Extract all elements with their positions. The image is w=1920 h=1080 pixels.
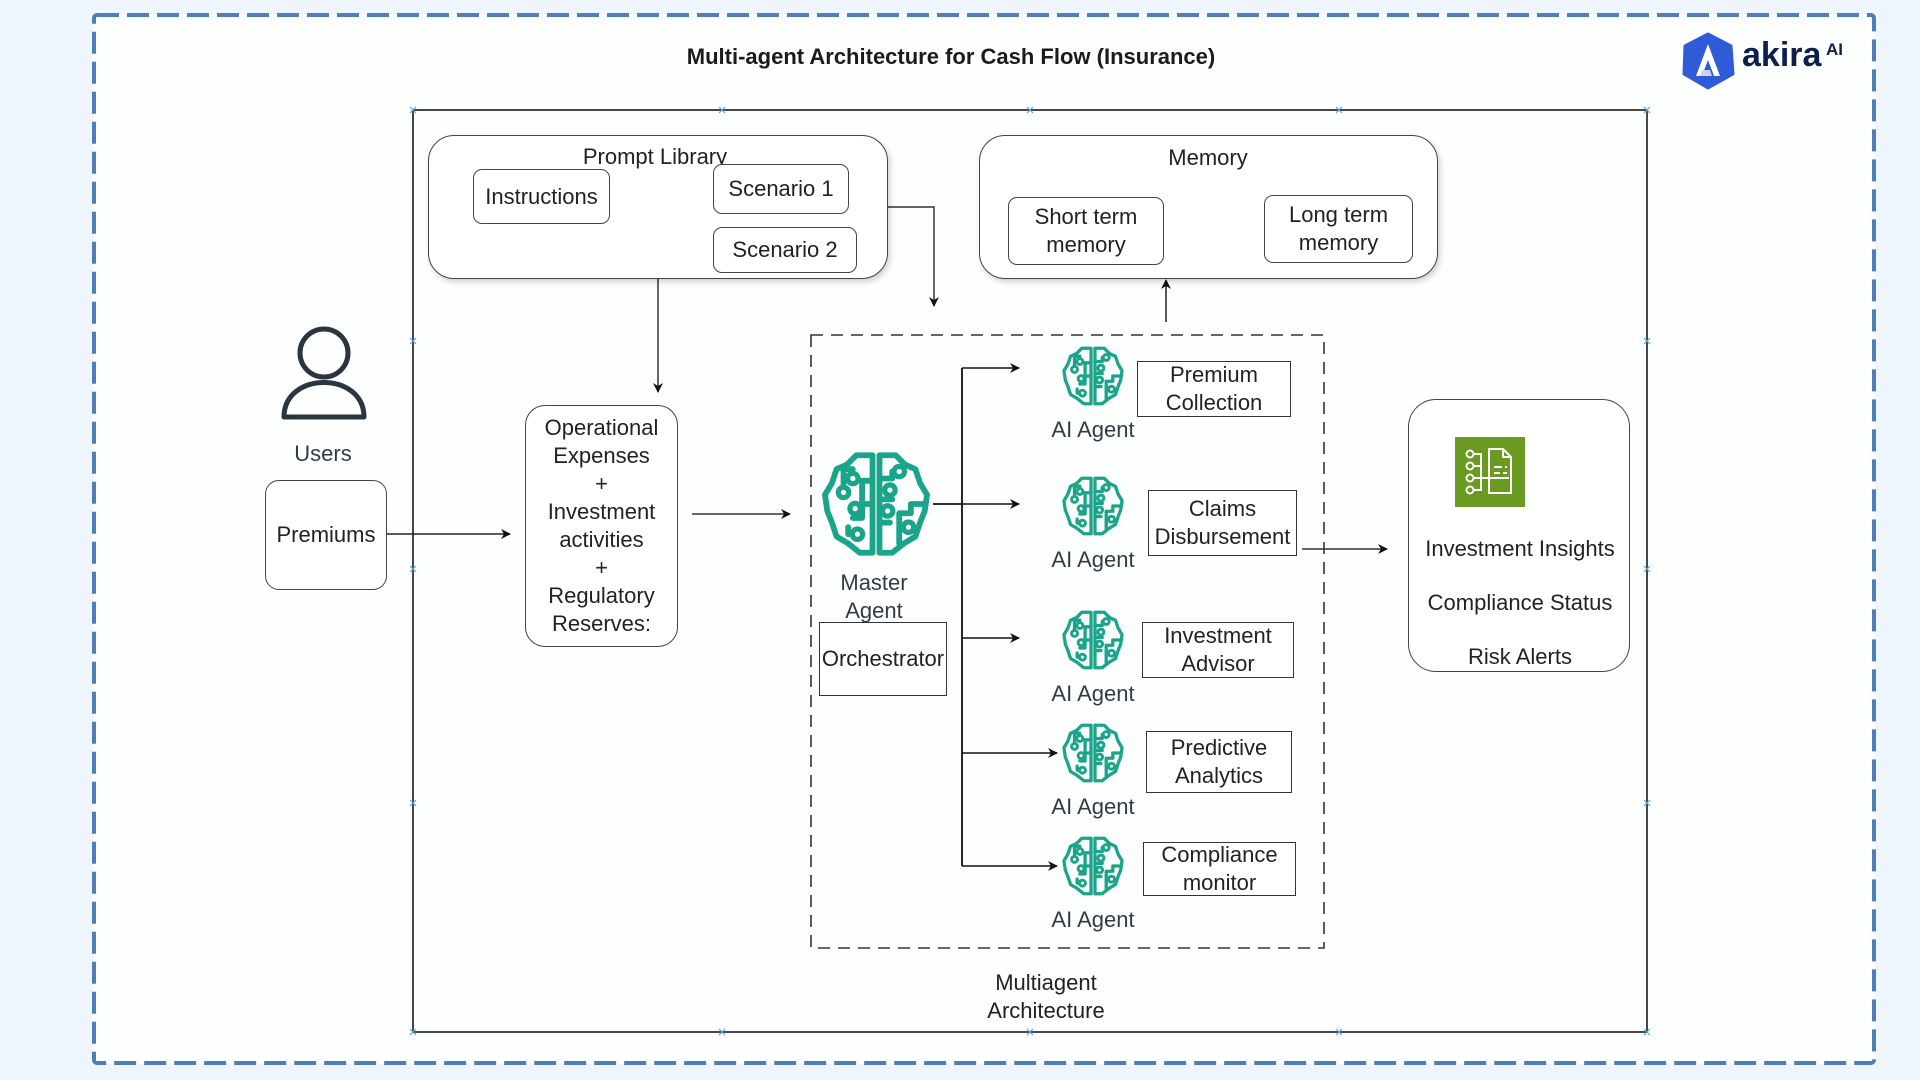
agent-task-box[interactable]: Claims Disbursement [1148,490,1297,556]
brain-circuit-icon[interactable] [1060,720,1126,786]
agent-task-line: Compliance [1161,842,1278,867]
report-insights-icon [1455,437,1525,507]
scenario-2-box[interactable]: Scenario 2 [713,227,857,273]
inputs-line: Expenses [553,443,650,468]
ai-agent-label: AI Agent [1051,794,1135,819]
inputs-line: Investment [547,499,656,524]
inputs-line: activities [559,527,644,552]
inputs-plus: + [595,471,608,496]
master-agent-line-2: Agent [845,598,903,623]
agent-task-box[interactable]: Compliance monitor [1143,842,1296,896]
agent-task-line: monitor [1182,870,1257,895]
brand-superscript: AI [1826,40,1843,59]
instructions-box[interactable]: Instructions [473,169,610,224]
premiums-box[interactable]: Premiums [265,480,387,590]
brain-circuit-icon[interactable] [1060,473,1126,539]
brain-circuit-icon[interactable] [1060,607,1126,673]
agent-task-line: Predictive [1170,735,1268,760]
long-term-line-2: memory [1298,230,1379,255]
ai-agent-label: AI Agent [1051,417,1135,442]
hexagon-a-logo-icon [1680,32,1736,90]
long-term-line-1: Long term [1288,202,1389,227]
inputs-line: Regulatory [548,583,655,608]
agent-task-line: Investment [1164,623,1272,648]
brain-circuit-icon[interactable] [1060,343,1126,409]
short-term-line-1: Short term [1034,204,1138,229]
agent-task-line: Claims [1188,496,1257,521]
memory-label: Memory [1168,145,1248,170]
master-agent-line-1: Master [840,570,908,595]
agent-task-box[interactable]: Investment Advisor [1142,622,1294,678]
inputs-line: Operational [544,415,659,440]
users-label: Users [294,441,352,466]
agent-task-line: Premium [1169,362,1258,387]
inputs-plus: + [595,555,608,580]
brain-circuit-icon[interactable] [1060,833,1126,899]
inputs-line: Reserves: [551,611,652,636]
ai-agent-label: AI Agent [1051,681,1135,706]
agent-task-line: Analytics [1174,763,1264,788]
brain-circuit-icon[interactable] [818,446,934,562]
scenario-1-box[interactable]: Scenario 1 [713,164,849,214]
short-term-line-2: memory [1046,232,1126,257]
cash-flow-inputs-box[interactable]: Operational Expenses + Investment activi… [525,405,678,647]
output-investment-insights: Investment Insights [1425,536,1615,561]
agent-task-box[interactable]: Predictive Analytics [1146,731,1292,793]
short-term-memory-box[interactable]: Short term memory [1008,197,1164,265]
agent-task-box[interactable]: Premium Collection [1137,361,1291,417]
diagram-title: Multi-agent Architecture for Cash Flow (… [686,44,1216,69]
output-risk-alerts: Risk Alerts [1468,644,1572,669]
agent-task-line: Collection [1165,390,1263,415]
user-icon [280,325,368,421]
container-label-line-1: Multiagent [995,970,1097,995]
arrow-prompt-to-agents [888,206,939,307]
orchestrator-box[interactable]: Orchestrator [819,622,947,696]
ai-agent-label: AI Agent [1051,907,1135,932]
agent-task-line: Disbursement [1154,524,1291,549]
long-term-memory-box[interactable]: Long term memory [1264,195,1413,263]
multiagent-architecture-label: Multiagent Architecture [960,969,1132,1025]
container-label-line-2: Architecture [987,998,1105,1023]
master-agent-label: Master Agent [818,569,930,625]
brand-name: akira [1742,36,1822,74]
agent-task-line: Advisor [1181,651,1255,676]
diagram-canvas: Multi-agent Architecture for Cash Flow (… [0,0,1920,1080]
output-compliance-status: Compliance Status [1427,590,1613,615]
ai-agent-label: AI Agent [1051,547,1135,572]
